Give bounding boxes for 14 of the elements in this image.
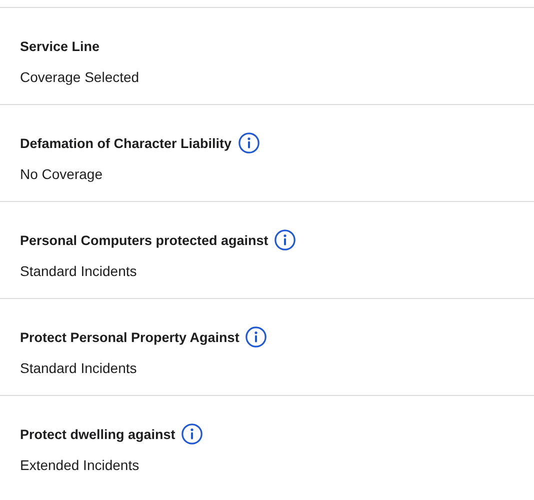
coverage-title: Defamation of Character Liability [20, 136, 232, 150]
coverage-title: Personal Computers protected against [20, 232, 268, 248]
coverage-value: Extended Incidents [20, 456, 140, 475]
coverage-title: Service Line [20, 38, 100, 54]
coverage-value: Coverage Selected [20, 68, 140, 87]
info-icon[interactable] [274, 229, 296, 251]
info-icon[interactable] [245, 326, 268, 348]
coverage-value: Standard Incidents [20, 359, 138, 378]
info-icon[interactable] [181, 423, 204, 445]
coverage-title: Protect Personal Property Against [20, 330, 240, 344]
coverage-title: Protect dwelling against [20, 426, 176, 442]
coverage-value: No Coverage [20, 165, 104, 184]
info-icon[interactable] [238, 132, 260, 154]
coverage-value: Standard Incidents [20, 262, 138, 281]
